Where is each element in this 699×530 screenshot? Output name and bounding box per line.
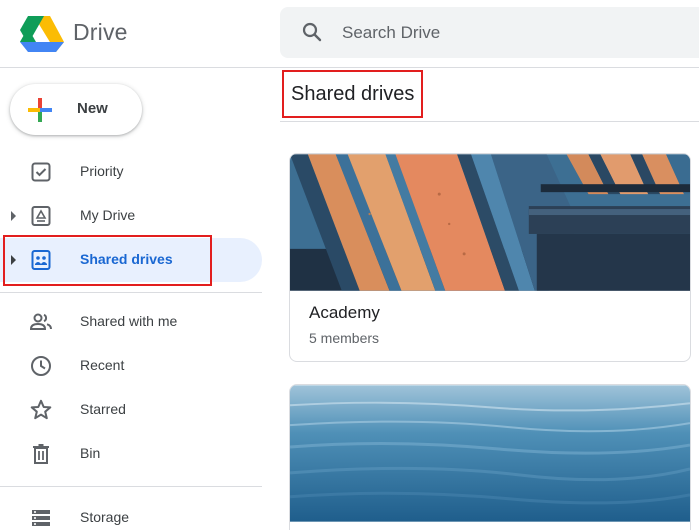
main-divider xyxy=(280,121,699,122)
search-box[interactable]: Search Drive xyxy=(280,7,699,58)
sidebar-divider xyxy=(0,292,262,293)
star-icon xyxy=(29,398,53,422)
sidebar-item-recent[interactable]: Recent xyxy=(0,344,262,388)
sidebar-divider xyxy=(0,486,262,487)
sidebar-item-label: Bin xyxy=(80,445,101,461)
sidebar-item-label: My Drive xyxy=(80,207,136,223)
drive-cover-image xyxy=(290,385,690,522)
sidebar-item-shared-with-me[interactable]: Shared with me xyxy=(0,300,262,344)
trash-icon xyxy=(29,442,53,466)
drive-logo-icon[interactable] xyxy=(20,14,64,54)
shared-drive-card[interactable]: Academy 5 members xyxy=(289,153,691,362)
highlight-box-sidebar xyxy=(3,235,212,286)
search-icon[interactable] xyxy=(300,20,324,44)
my-drive-icon xyxy=(29,204,53,228)
app-name: Drive xyxy=(73,19,128,45)
top-bar: Drive Search Drive xyxy=(0,0,699,68)
new-button-label: New xyxy=(77,100,108,117)
sidebar-item-label: Priority xyxy=(80,163,124,179)
highlight-box-title xyxy=(282,70,423,118)
storage-icon xyxy=(29,506,53,530)
drive-cover-image xyxy=(290,154,690,291)
drive-members-count: 5 members xyxy=(309,330,380,346)
drive-name: Academy xyxy=(309,303,380,322)
sidebar-item-label: Starred xyxy=(80,401,126,417)
sidebar-item-label: Shared with me xyxy=(80,313,178,329)
sidebar-item-priority[interactable]: Priority xyxy=(0,150,262,194)
sidebar-item-my-drive[interactable]: My Drive xyxy=(0,194,262,238)
sidebar-item-label: Recent xyxy=(80,357,125,373)
new-button[interactable]: New xyxy=(10,84,142,135)
checkbox-icon xyxy=(29,160,53,184)
sidebar-item-bin[interactable]: Bin xyxy=(0,432,262,476)
clock-icon xyxy=(29,354,53,378)
sidebar-item-storage[interactable]: Storage xyxy=(0,496,262,530)
expand-arrow-icon[interactable] xyxy=(11,211,16,221)
plus-icon xyxy=(24,94,56,126)
shared-drive-card[interactable] xyxy=(289,384,691,530)
people-icon xyxy=(29,310,53,334)
search-input[interactable]: Search Drive xyxy=(342,23,440,43)
sidebar-item-starred[interactable]: Starred xyxy=(0,388,262,432)
sidebar-item-label: Storage xyxy=(80,509,130,525)
